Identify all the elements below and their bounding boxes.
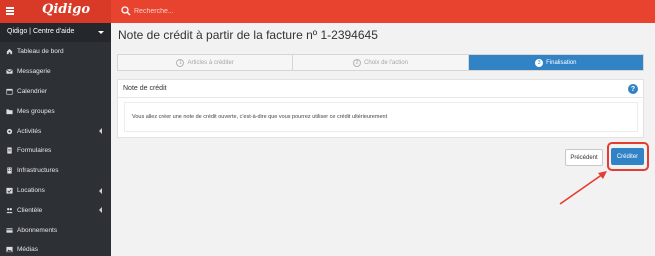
logo[interactable]: Qidigo [42, 2, 90, 17]
hamburger-menu-icon[interactable] [6, 7, 14, 15]
sidebar-item-label: Clientèle [17, 206, 43, 214]
sidebar-item-label: Tableau de bord [17, 48, 64, 56]
notice-box: Vous allez créer une note de crédit ouve… [124, 102, 638, 132]
calendar-icon [6, 88, 13, 95]
sidebar-nav: Tableau de bord Messagerie Calendrier Me… [0, 42, 111, 256]
step-label: Articles à créditer [187, 59, 234, 66]
step-number: 1 [176, 58, 185, 67]
sidebar-item-locations[interactable]: Locations [0, 181, 111, 201]
users-icon [6, 207, 13, 214]
chevron-left-icon [99, 128, 102, 135]
credit-button[interactable]: Créditer [611, 148, 644, 165]
brand-zone: Qidigo [0, 0, 111, 23]
sidebar-item-label: Médias [17, 246, 38, 254]
building-icon [6, 167, 13, 174]
sidebar-item-infrastructures[interactable]: Infrastructures [0, 161, 111, 181]
card-icon [6, 227, 13, 234]
sidebar-item-label: Activités [17, 127, 42, 135]
page-title: Note de crédit à partir de la facture nº… [118, 28, 378, 42]
sidebar-item-messaging[interactable]: Messagerie [0, 62, 111, 82]
divider [118, 97, 643, 98]
step-number: 3 [535, 58, 544, 67]
folder-icon [6, 108, 13, 115]
org-selector[interactable]: Qidigo | Centre d'aide [0, 23, 111, 42]
sidebar-item-activities[interactable]: Activités [0, 121, 111, 141]
sidebar-item-clients[interactable]: Clientèle [0, 200, 111, 220]
sidebar-item-groups[interactable]: Mes groupes [0, 101, 111, 121]
chevron-left-icon [99, 187, 102, 194]
notice-text: Vous allez créer une note de crédit ouve… [132, 114, 388, 120]
search-icon [121, 6, 131, 16]
search-input[interactable] [134, 4, 334, 19]
step-action[interactable]: 2 Choix de l'action [293, 55, 469, 70]
credit-note-panel: Note de crédit ? Vous allez créer une no… [117, 79, 644, 138]
document-icon [6, 147, 13, 154]
panel-title: Note de crédit [123, 85, 167, 92]
help-icon[interactable]: ? [628, 84, 638, 94]
annotation-arrow [559, 171, 607, 205]
sidebar-item-label: Infrastructures [17, 167, 59, 175]
sidebar-item-label: Locations [17, 186, 45, 194]
sidebar-item-dashboard[interactable]: Tableau de bord [0, 42, 111, 62]
dashboard-icon [6, 48, 13, 55]
wizard-steps: 1 Articles à créditer 2 Choix de l'actio… [117, 54, 644, 71]
top-bar: Qidigo [0, 0, 655, 23]
sidebar-item-label: Calendrier [17, 87, 47, 95]
sidebar-item-label: Messagerie [17, 68, 51, 76]
sidebar-item-media[interactable]: Médias [0, 240, 111, 256]
step-number: 2 [353, 58, 362, 67]
gear-icon [6, 128, 13, 135]
sidebar-item-label: Abonnements [17, 226, 58, 234]
envelope-icon [6, 68, 13, 75]
sidebar-item-subscriptions[interactable]: Abonnements [0, 220, 111, 240]
sidebar-item-label: Formulaires [17, 147, 52, 155]
step-label: Choix de l'action [364, 59, 408, 66]
calendar-check-icon [6, 187, 13, 194]
step-finalisation[interactable]: 3 Finalisation [468, 55, 643, 70]
sidebar-item-calendar[interactable]: Calendrier [0, 82, 111, 102]
step-label: Finalisation [546, 59, 577, 66]
image-icon [6, 246, 13, 253]
sidebar: Qidigo | Centre d'aide Tableau de bord M… [0, 23, 111, 256]
caret-down-icon [98, 31, 104, 34]
previous-button[interactable]: Précédent [565, 149, 603, 166]
chevron-left-icon [99, 207, 102, 214]
sidebar-item-forms[interactable]: Formulaires [0, 141, 111, 161]
org-label: Qidigo | Centre d'aide [7, 28, 75, 35]
sidebar-item-label: Mes groupes [17, 107, 55, 115]
step-articles[interactable]: 1 Articles à créditer [118, 55, 294, 70]
